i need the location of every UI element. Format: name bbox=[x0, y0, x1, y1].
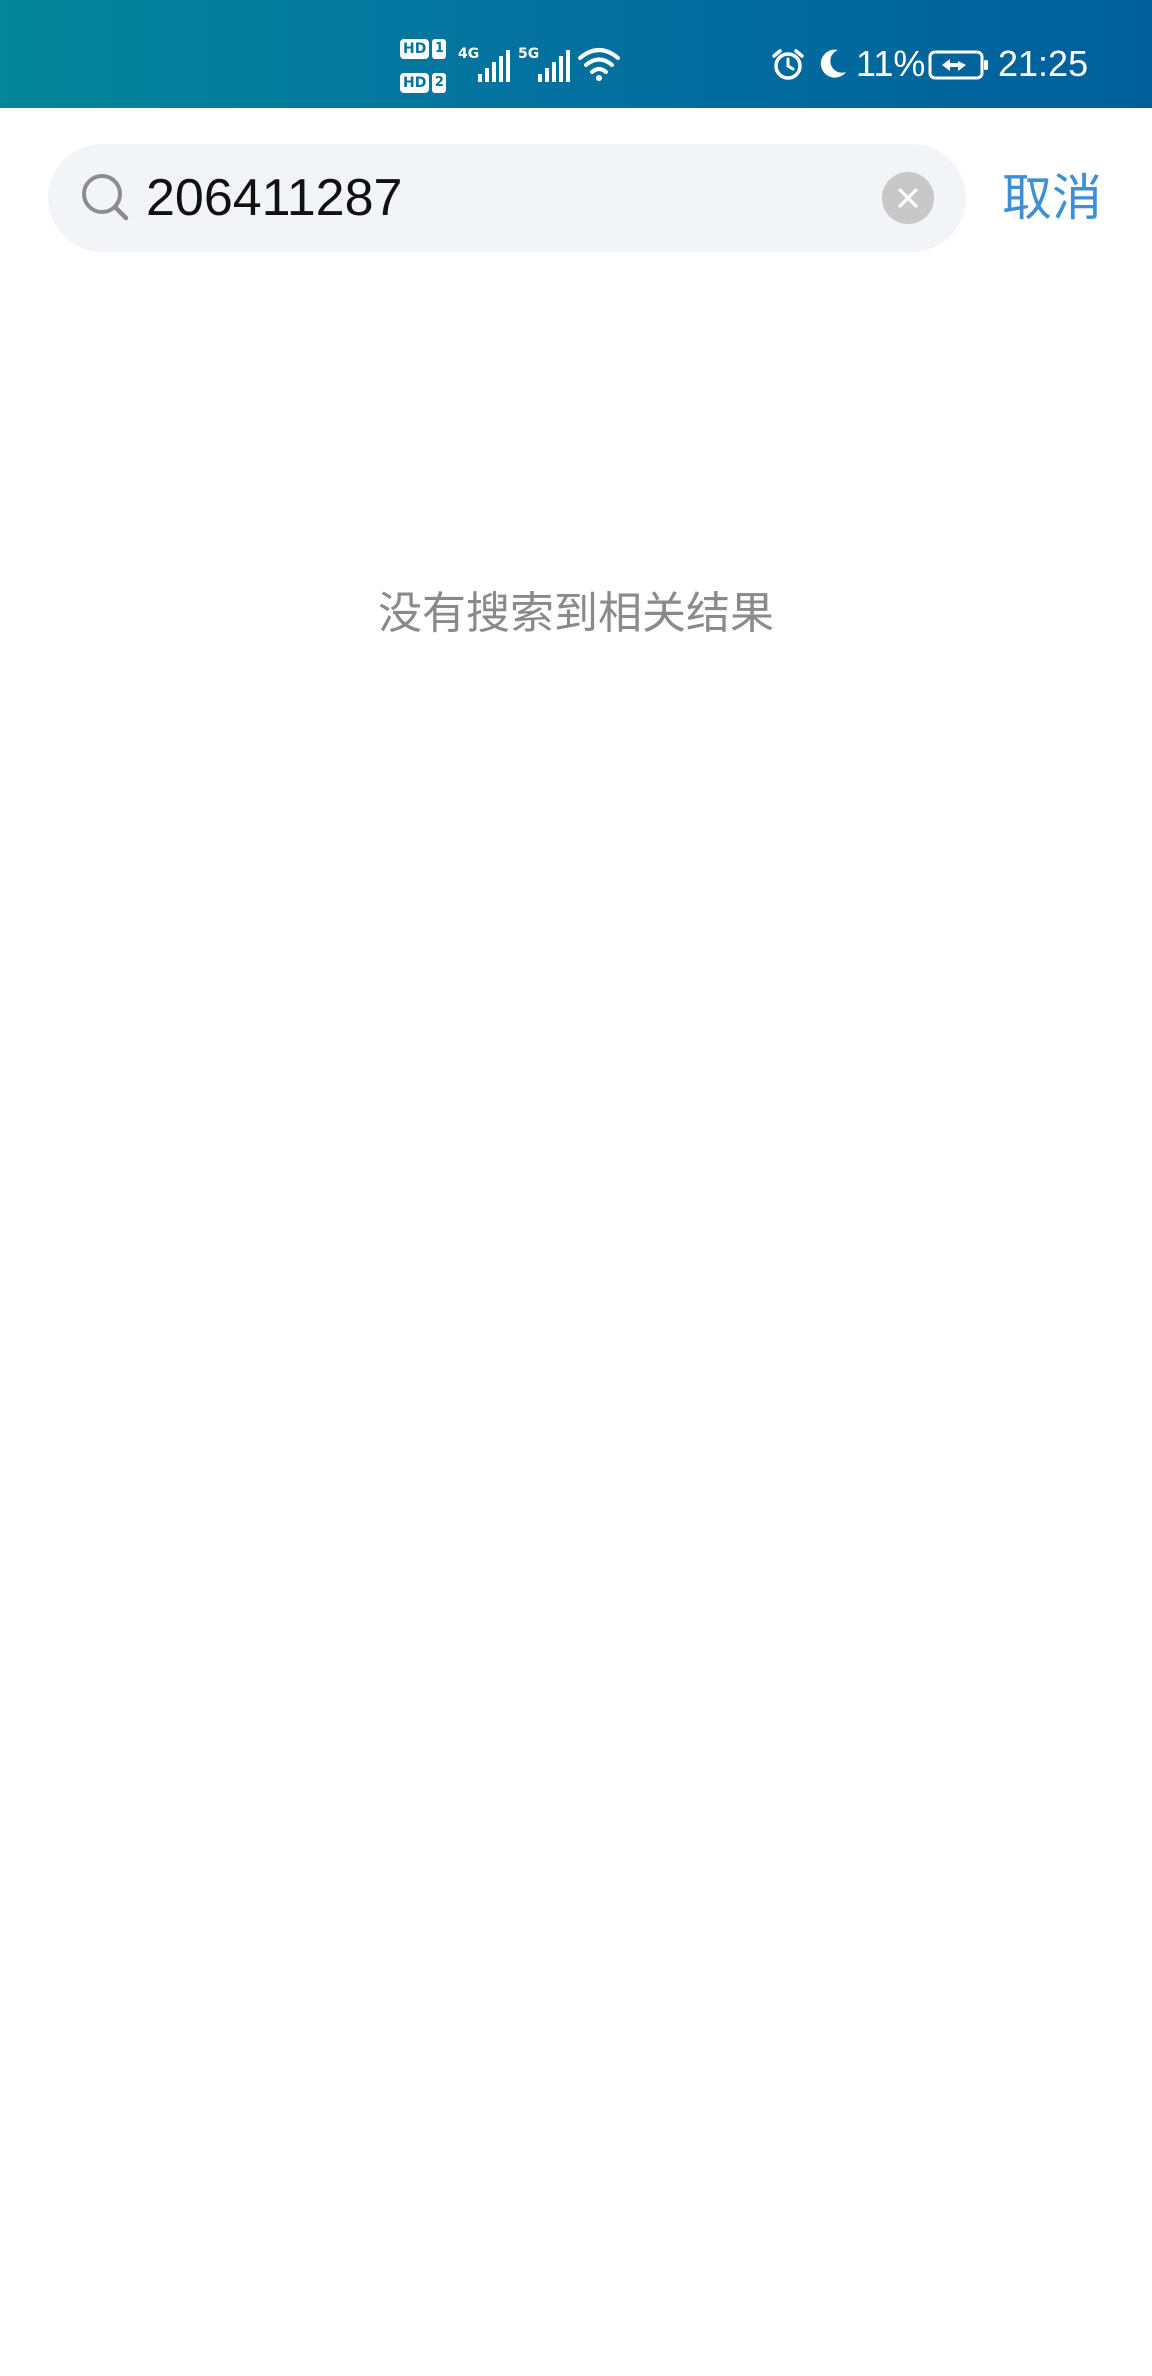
status-bar: HD 1 HD 2 4G 5G 11% 21:25 bbox=[0, 0, 1152, 108]
wifi-icon bbox=[578, 48, 620, 81]
sim1-badge: HD 1 bbox=[400, 38, 450, 60]
sim2-number: 2 bbox=[432, 73, 447, 93]
battery-percent: 11% bbox=[856, 43, 926, 84]
search-input[interactable] bbox=[146, 168, 906, 228]
sim1-number: 1 bbox=[432, 39, 447, 59]
sim-indicators: HD 1 HD 2 bbox=[400, 38, 450, 96]
moon-icon bbox=[820, 49, 846, 78]
cancel-button[interactable]: 取消 bbox=[1002, 166, 1102, 230]
empty-results-message: 没有搜索到相关结果 bbox=[378, 588, 774, 639]
clock: 21:25 bbox=[998, 43, 1089, 84]
clear-search-button[interactable] bbox=[882, 172, 934, 224]
sim2-badge: HD 2 bbox=[400, 72, 450, 94]
hd-label: HD bbox=[400, 73, 430, 93]
alarm-icon bbox=[772, 49, 804, 80]
search-bar[interactable] bbox=[48, 144, 966, 252]
close-icon bbox=[898, 188, 918, 208]
search-icon bbox=[82, 174, 129, 221]
battery-charging-icon bbox=[928, 50, 988, 80]
hd-label: HD bbox=[400, 39, 430, 59]
